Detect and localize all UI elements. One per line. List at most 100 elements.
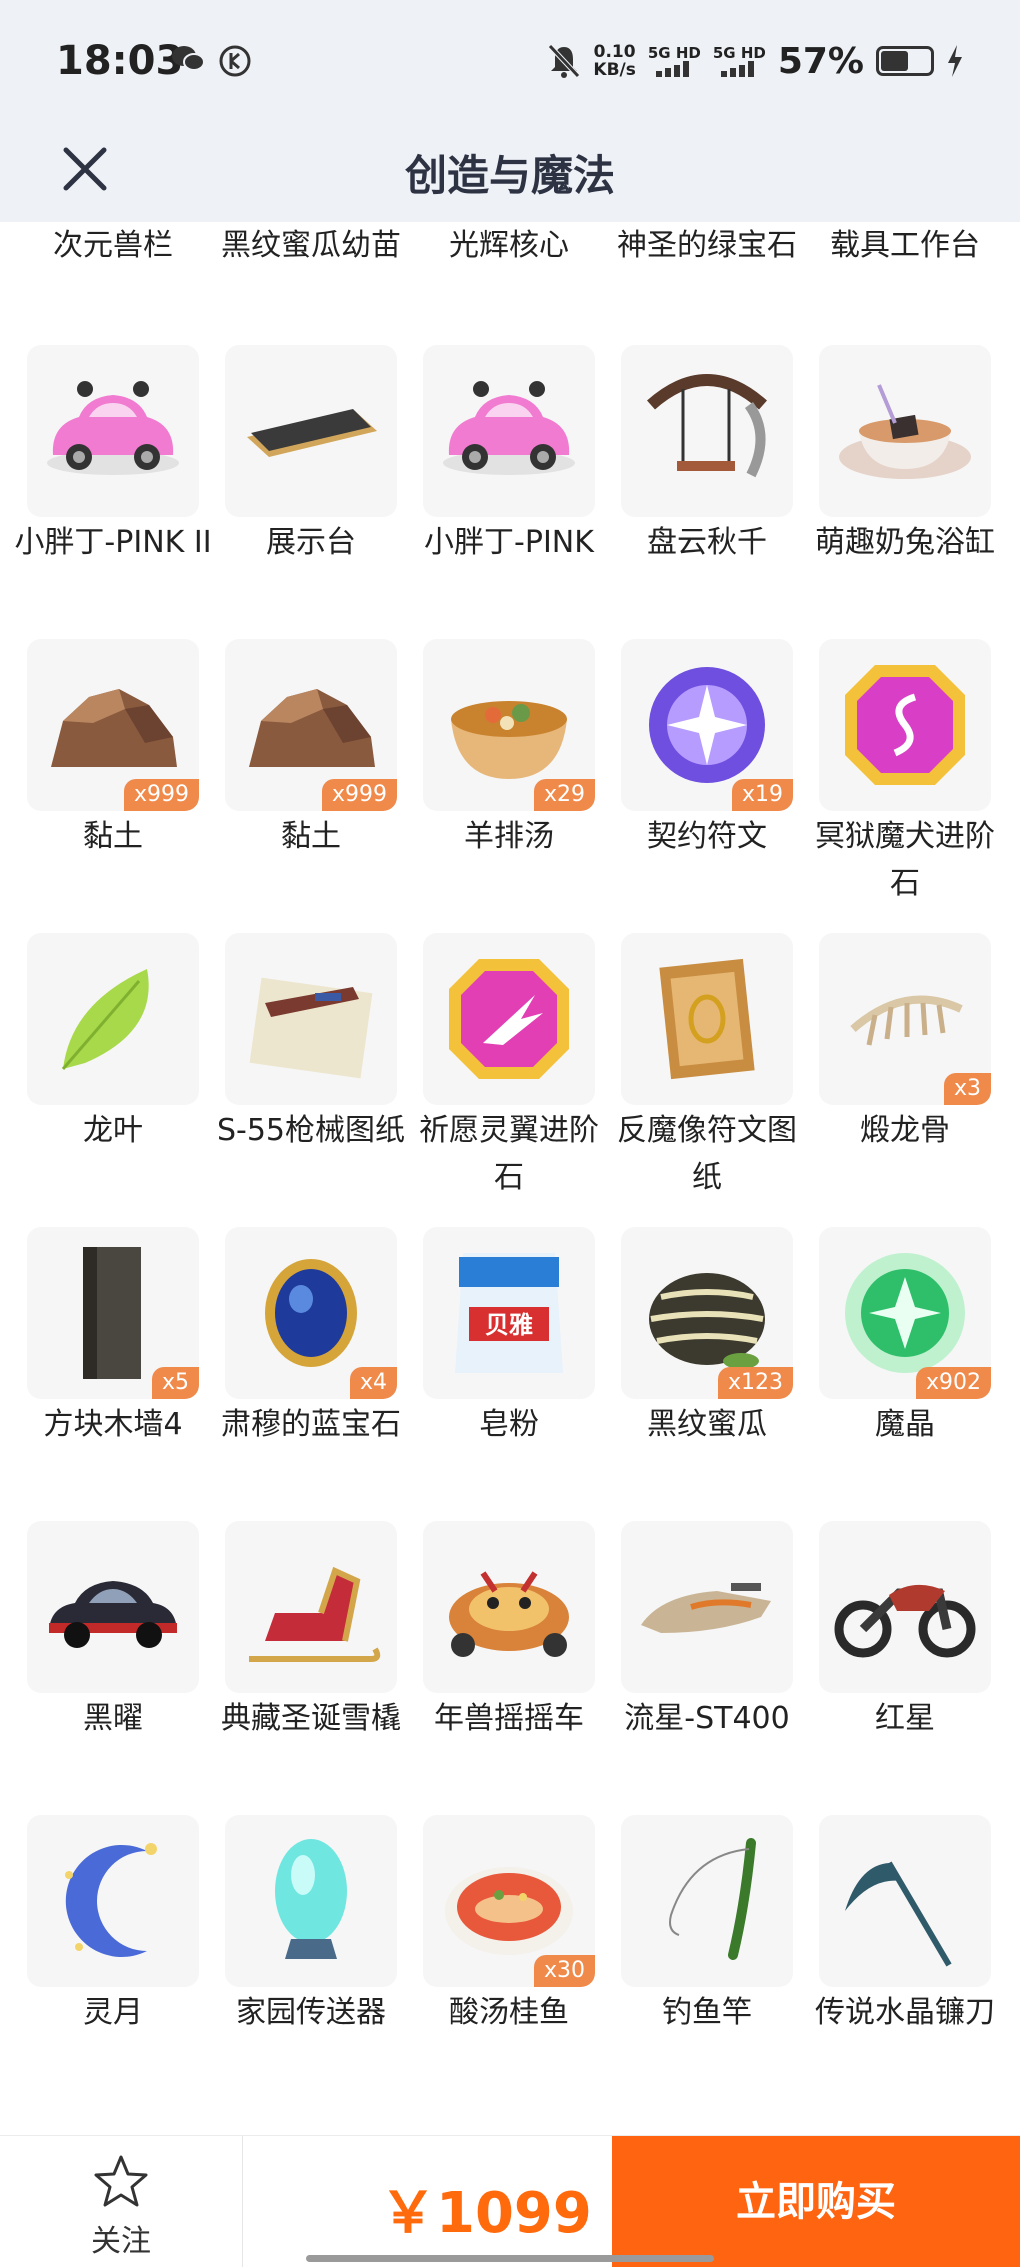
grid-item-partial[interactable]: 次元兽栏 xyxy=(27,222,199,269)
item-label: 钓鱼竿 xyxy=(662,1995,752,2030)
bottom-action-bar: 关注 ￥1099 立即购买 xyxy=(0,2135,1020,2267)
grid-item[interactable]: 典藏圣诞雪橇 xyxy=(221,1521,401,1742)
grid-item[interactable]: S-55枪械图纸 xyxy=(217,933,405,1154)
grid-item[interactable]: 祈愿灵翼进阶石 xyxy=(419,933,599,1201)
grid-item[interactable]: 灵月 xyxy=(27,1815,199,2036)
signal-2-label: 5G HD xyxy=(712,44,766,62)
wechat-icon xyxy=(172,46,205,71)
pink-car-icon xyxy=(47,381,179,475)
item-thumbnail: x5 xyxy=(27,1227,199,1399)
price: ￥1099 xyxy=(380,2181,592,2246)
item-label: 载具工作台 xyxy=(830,228,980,263)
grid-item[interactable]: 贝雅 皂粉 xyxy=(423,1227,595,1448)
pink-car-icon xyxy=(443,381,575,475)
grid-item[interactable]: x29 羊排汤 xyxy=(423,639,595,860)
grid-item[interactable]: 传说水晶镰刀 xyxy=(815,1815,995,2036)
grid-item[interactable]: 钓鱼竿 xyxy=(621,1815,793,2036)
grid-item[interactable]: 红星 xyxy=(819,1521,991,1742)
item-thumbnail xyxy=(621,1521,793,1693)
item-thumbnail xyxy=(27,345,199,517)
grid-item[interactable]: x999 黏土 xyxy=(27,639,199,860)
item-label: 酸汤桂鱼 xyxy=(449,1995,569,2030)
grid-item[interactable]: 家园传送器 xyxy=(225,1815,397,2036)
motorcycle-icon xyxy=(834,1584,976,1658)
follow-label: 关注 xyxy=(91,2224,151,2259)
item-label: 红星 xyxy=(875,1701,935,1736)
item-thumbnail: x3 xyxy=(819,933,991,1105)
quantity-badge: x30 xyxy=(533,1955,595,1987)
item-label: 皂粉 xyxy=(479,1407,539,1442)
beast-car-icon xyxy=(449,1571,569,1657)
item-label: 典藏圣诞雪橇 xyxy=(221,1701,401,1736)
signal-2: 5G HD xyxy=(713,45,766,77)
item-thumbnail: x123 xyxy=(621,1227,793,1399)
quantity-badge: x902 xyxy=(915,1367,991,1399)
item-label: 魔晶 xyxy=(875,1407,935,1442)
page-title: 创造与魔法 xyxy=(404,151,615,200)
moon-icon xyxy=(65,1843,157,1957)
grid-item[interactable]: x3 煅龙骨 xyxy=(819,933,991,1154)
teleporter-icon xyxy=(275,1839,347,1959)
item-label: 冥狱魔犬进阶石 xyxy=(815,819,995,901)
quantity-badge: x4 xyxy=(349,1367,397,1399)
buy-now-button[interactable]: 立即购买 xyxy=(612,2136,1020,2267)
item-thumbnail xyxy=(27,1815,199,1987)
grid-item[interactable]: 冥狱魔犬进阶石 xyxy=(815,639,995,907)
status-bar: 18:03 0.10 KB/s 5G HD 5G HD 57% xyxy=(0,0,1020,120)
charging-bolt-icon xyxy=(948,45,962,77)
grid-item[interactable]: 萌趣奶兔浴缸 xyxy=(815,345,995,566)
grid-item[interactable]: 年兽摇摇车 xyxy=(423,1521,595,1742)
battery-fill xyxy=(881,51,909,71)
wing-gem-icon xyxy=(449,959,569,1079)
item-label: 祈愿灵翼进阶石 xyxy=(419,1113,599,1195)
item-label: 盘云秋千 xyxy=(647,525,767,560)
grid-item[interactable]: 黑曜 xyxy=(27,1521,199,1742)
grid-item[interactable]: x902 魔晶 xyxy=(819,1227,991,1448)
item-thumbnail xyxy=(621,933,793,1105)
item-label: 黑纹蜜瓜 xyxy=(647,1407,767,1442)
grid-item-partial[interactable]: 载具工作台 xyxy=(819,222,991,269)
fishing-rod-icon xyxy=(669,1838,756,1960)
grid-item[interactable]: 反魔像符文图纸 xyxy=(617,933,797,1201)
signal-1: 5G HD xyxy=(648,45,701,77)
quantity-badge: x999 xyxy=(123,779,199,811)
net-speed-value: 0.10 xyxy=(593,42,636,62)
grid-item-partial[interactable]: 黑纹蜜瓜幼苗 xyxy=(221,222,401,269)
grid-item[interactable]: x999 黏土 xyxy=(225,639,397,860)
signal-bars-icon xyxy=(721,61,755,77)
grid-item-partial[interactable]: 光辉核心 xyxy=(423,222,595,269)
svg-text:贝雅: 贝雅 xyxy=(485,1311,533,1339)
item-thumbnail xyxy=(423,1521,595,1693)
blueprint-icon xyxy=(249,977,373,1079)
item-label: 年兽摇摇车 xyxy=(434,1701,584,1736)
follow-button[interactable]: 关注 xyxy=(0,2136,243,2267)
item-thumbnail: x999 xyxy=(225,639,397,811)
item-thumbnail xyxy=(423,345,595,517)
item-label: 流星-ST400 xyxy=(624,1701,790,1736)
grid-item[interactable]: x5 方块木墙4 xyxy=(27,1227,199,1448)
item-thumbnail xyxy=(225,345,397,517)
grid-item[interactable]: x123 黑纹蜜瓜 xyxy=(621,1227,793,1448)
star-icon xyxy=(94,2155,148,2207)
header: 创造与魔法 xyxy=(0,120,1020,222)
grid-item[interactable]: 展示台 xyxy=(225,345,397,566)
grid-item[interactable]: 小胖丁-PINK II xyxy=(14,345,212,566)
grid-item[interactable]: x4 肃穆的蓝宝石 xyxy=(221,1227,401,1448)
grid-item[interactable]: 盘云秋千 xyxy=(621,345,793,566)
item-label: 黏土 xyxy=(281,819,341,854)
quantity-badge: x19 xyxy=(731,779,793,811)
grid-item[interactable]: x19 契约符文 xyxy=(621,639,793,860)
grid-item[interactable]: 小胖丁-PINK xyxy=(423,345,595,566)
status-time: 18:03 xyxy=(56,38,184,84)
swing-icon xyxy=(647,374,767,478)
item-thumbnail: x19 xyxy=(621,639,793,811)
grid-item[interactable]: 龙叶 xyxy=(27,933,199,1154)
item-label: 小胖丁-PINK II xyxy=(14,525,212,560)
grid-item[interactable]: 流星-ST400 xyxy=(621,1521,793,1742)
black-car-icon xyxy=(49,1581,177,1648)
grid-item[interactable]: x30 酸汤桂鱼 xyxy=(423,1815,595,2036)
grid-item-partial[interactable]: 神圣的绿宝石 xyxy=(617,222,797,269)
hover-bike-icon xyxy=(641,1583,771,1633)
scythe-icon xyxy=(845,1861,952,1967)
sleigh-icon xyxy=(249,1566,381,1662)
